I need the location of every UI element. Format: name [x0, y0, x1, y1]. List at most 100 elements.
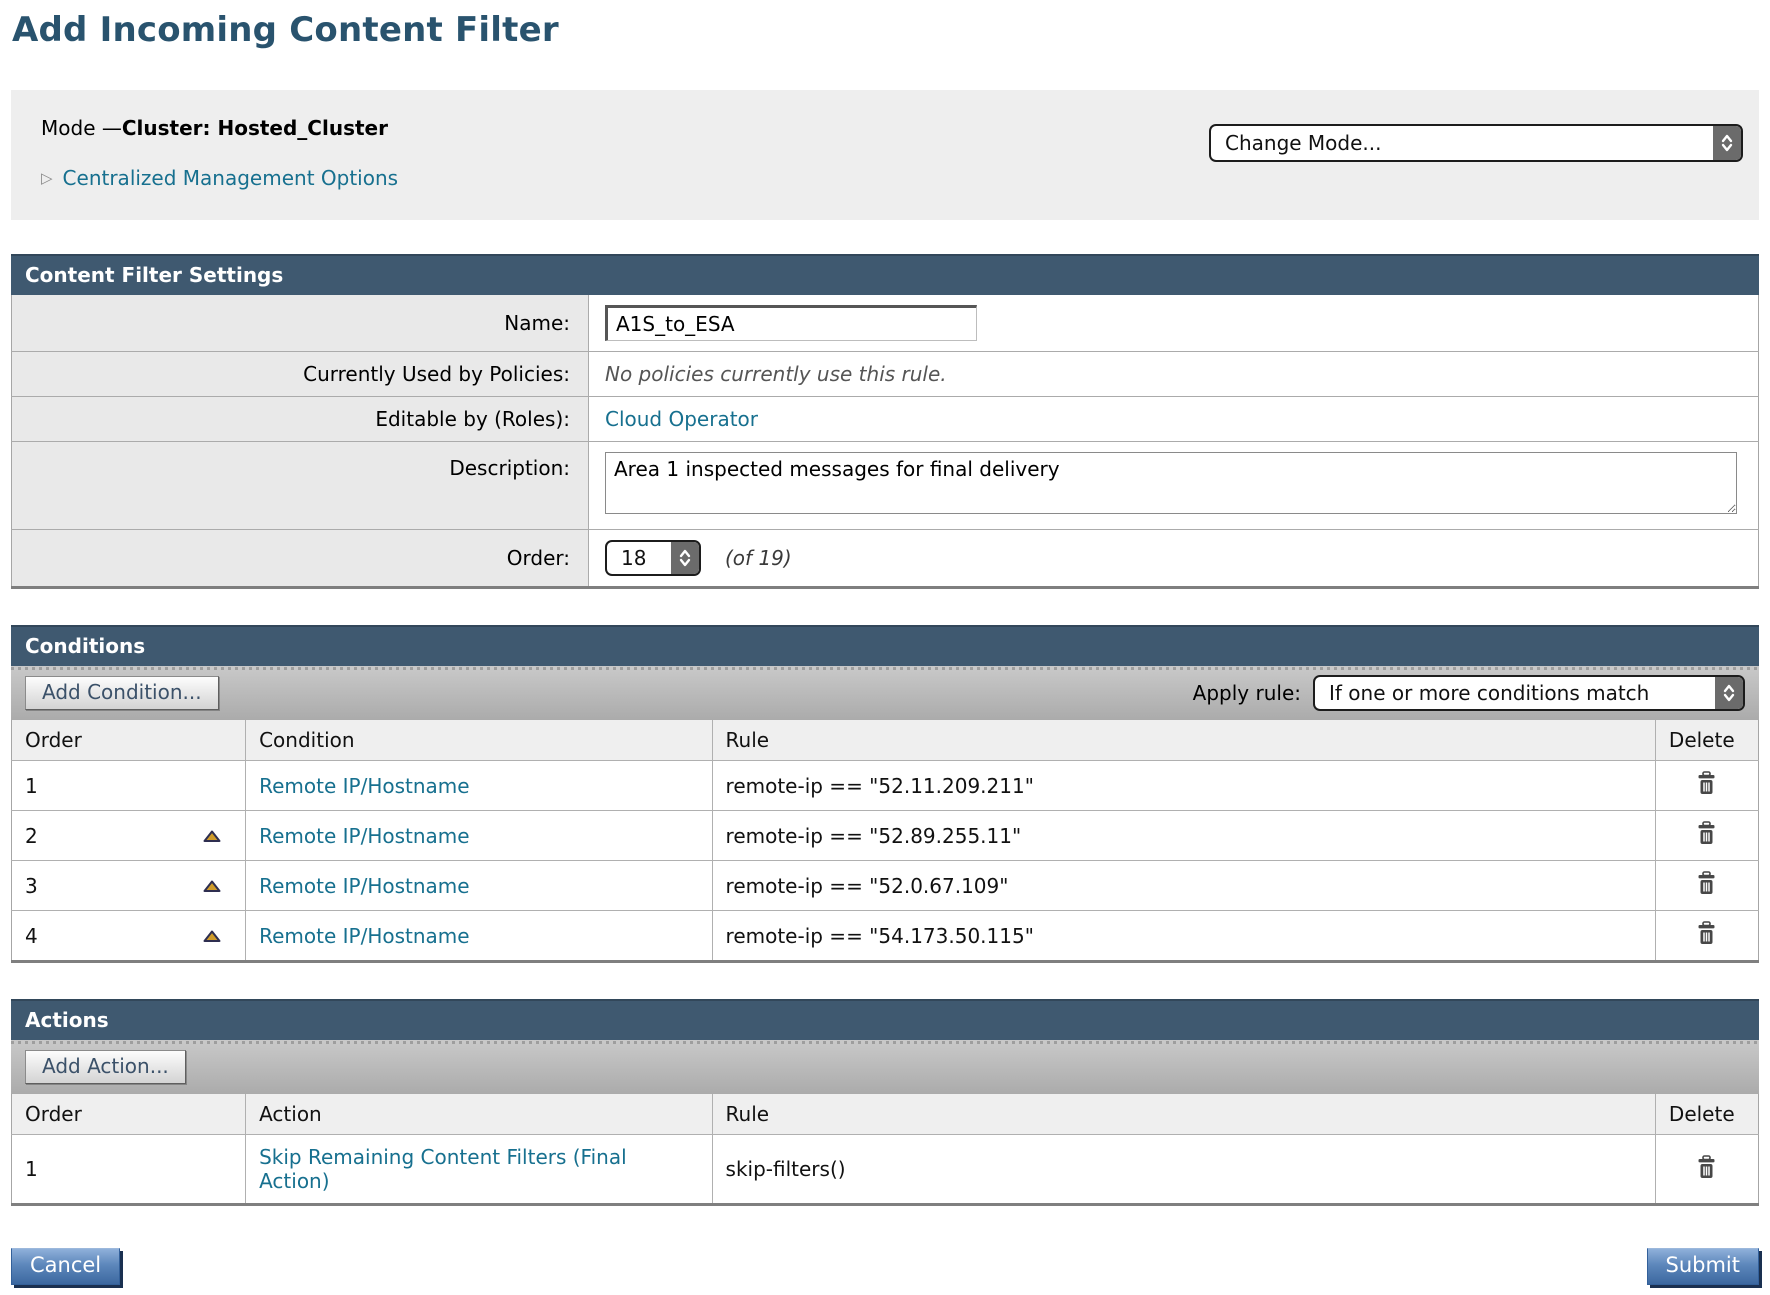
mode-value: Cluster: Hosted_Cluster — [122, 116, 388, 140]
condition-link[interactable]: Remote IP/Hostname — [259, 824, 469, 848]
submit-button[interactable]: Submit — [1647, 1248, 1760, 1285]
select-stepper-icon — [1715, 677, 1743, 709]
order-row: Order: 18 (of 19) — [12, 530, 1759, 588]
trash-icon — [1695, 871, 1718, 895]
condition-rule: remote-ip == "52.0.67.109" — [712, 861, 1655, 911]
order-value-cell: 18 (of 19) — [589, 530, 1759, 588]
order-select-value: 18 — [621, 546, 646, 570]
condition-row: 4 Remote IP/Hostname remote-ip == "54.17… — [12, 911, 1759, 962]
condition-order: 4 — [25, 924, 38, 948]
apply-rule-group: Apply rule: If one or more conditions ma… — [1193, 675, 1745, 711]
condition-order: 2 — [25, 824, 38, 848]
actions-toolbar: Add Action... — [11, 1040, 1759, 1094]
add-condition-button[interactable]: Add Condition... — [25, 676, 219, 710]
trash-icon — [1695, 1155, 1718, 1179]
disclosure-triangle-icon[interactable]: ▷ — [41, 171, 53, 186]
policies-value-cell: No policies currently use this rule. — [589, 352, 1759, 397]
policies-label: Currently Used by Policies: — [12, 352, 589, 397]
description-label: Description: — [12, 442, 589, 530]
col-rule: Rule — [712, 720, 1655, 761]
name-value-cell — [589, 295, 1759, 352]
condition-row: 3 Remote IP/Hostname remote-ip == "52.0.… — [12, 861, 1759, 911]
move-up-arrow-icon — [202, 879, 222, 893]
conditions-toolbar: Add Condition... Apply rule: If one or m… — [11, 666, 1759, 720]
condition-order-cell: 1 — [12, 761, 246, 811]
footer-bar: Cancel Submit — [11, 1248, 1759, 1295]
editable-label: Editable by (Roles): — [12, 397, 589, 442]
condition-order: 1 — [25, 774, 38, 798]
order-select[interactable]: 18 — [605, 540, 701, 576]
col-rule: Rule — [712, 1094, 1655, 1135]
page-title: Add Incoming Content Filter — [12, 10, 1759, 50]
cancel-button[interactable]: Cancel — [11, 1248, 120, 1285]
order-total-label: (of 19) — [725, 546, 792, 570]
apply-rule-select[interactable]: If one or more conditions match — [1313, 675, 1745, 711]
condition-link[interactable]: Remote IP/Hostname — [259, 924, 469, 948]
conditions-header-row: Order Condition Rule Delete — [12, 720, 1759, 761]
condition-row: 2 Remote IP/Hostname remote-ip == "52.89… — [12, 811, 1759, 861]
action-rule: skip-filters() — [712, 1135, 1655, 1205]
col-condition: Condition — [246, 720, 712, 761]
actions-header-row: Order Action Rule Delete — [12, 1094, 1759, 1135]
delete-condition-button[interactable] — [1695, 921, 1718, 945]
delete-condition-button[interactable] — [1695, 771, 1718, 795]
move-up-button[interactable] — [202, 829, 222, 843]
page-root: Add Incoming Content Filter Mode —Cluste… — [0, 0, 1770, 1295]
condition-rule: remote-ip == "52.11.209.211" — [712, 761, 1655, 811]
action-link[interactable]: Skip Remaining Content Filters (Final Ac… — [259, 1145, 627, 1193]
delete-condition-button[interactable] — [1695, 821, 1718, 845]
condition-rule: remote-ip == "54.173.50.115" — [712, 911, 1655, 962]
conditions-table: Order Condition Rule Delete 1 Remote IP/… — [11, 720, 1759, 963]
trash-icon — [1695, 921, 1718, 945]
conditions-header: Conditions — [11, 625, 1759, 666]
condition-rule: remote-ip == "52.89.255.11" — [712, 811, 1655, 861]
condition-link[interactable]: Remote IP/Hostname — [259, 774, 469, 798]
condition-link[interactable]: Remote IP/Hostname — [259, 874, 469, 898]
content-filter-settings-panel: Content Filter Settings Name: Currently … — [11, 254, 1759, 589]
trash-icon — [1695, 821, 1718, 845]
action-row: 1 Skip Remaining Content Filters (Final … — [12, 1135, 1759, 1205]
condition-row: 1 Remote IP/Hostname remote-ip == "52.11… — [12, 761, 1759, 811]
move-up-button[interactable] — [202, 929, 222, 943]
description-value-cell: Area 1 inspected messages for final deli… — [589, 442, 1759, 530]
delete-condition-button[interactable] — [1695, 871, 1718, 895]
col-order: Order — [12, 1094, 246, 1135]
trash-icon — [1695, 771, 1718, 795]
move-up-button[interactable] — [202, 879, 222, 893]
description-textarea[interactable]: Area 1 inspected messages for final deli… — [605, 452, 1737, 514]
mode-panel: Mode —Cluster: Hosted_Cluster Change Mod… — [11, 90, 1759, 220]
apply-rule-select-value: If one or more conditions match — [1329, 681, 1649, 705]
move-up-arrow-icon — [202, 929, 222, 943]
add-action-button[interactable]: Add Action... — [25, 1050, 186, 1084]
select-stepper-icon — [1713, 126, 1741, 160]
mode-label: Mode — — [41, 116, 122, 140]
centralized-management-options-link[interactable]: Centralized Management Options — [63, 166, 399, 190]
apply-rule-label: Apply rule: — [1193, 681, 1301, 705]
centralized-management-row: ▷ Centralized Management Options — [41, 166, 1743, 190]
description-row: Description: Area 1 inspected messages f… — [12, 442, 1759, 530]
policies-row: Currently Used by Policies: No policies … — [12, 352, 1759, 397]
policies-value: No policies currently use this rule. — [605, 362, 947, 386]
condition-order-cell: 3 — [12, 861, 246, 911]
name-input[interactable] — [605, 305, 977, 341]
editable-value-cell: Cloud Operator — [589, 397, 1759, 442]
content-filter-settings-table: Name: Currently Used by Policies: No pol… — [11, 295, 1759, 589]
order-label: Order: — [12, 530, 589, 588]
name-label: Name: — [12, 295, 589, 352]
change-mode-select-value: Change Mode... — [1225, 131, 1382, 155]
cloud-operator-link[interactable]: Cloud Operator — [605, 407, 758, 431]
change-mode-select[interactable]: Change Mode... — [1209, 124, 1743, 162]
condition-order-cell: 2 — [12, 811, 246, 861]
delete-action-button[interactable] — [1695, 1155, 1718, 1179]
condition-order-cell: 4 — [12, 911, 246, 962]
action-order: 1 — [12, 1135, 246, 1205]
col-action: Action — [246, 1094, 712, 1135]
editable-row: Editable by (Roles): Cloud Operator — [12, 397, 1759, 442]
col-order: Order — [12, 720, 246, 761]
name-row: Name: — [12, 295, 1759, 352]
col-delete: Delete — [1655, 720, 1758, 761]
conditions-panel: Conditions Add Condition... Apply rule: … — [11, 625, 1759, 963]
content-filter-settings-header: Content Filter Settings — [11, 254, 1759, 295]
condition-order: 3 — [25, 874, 38, 898]
actions-header: Actions — [11, 999, 1759, 1040]
